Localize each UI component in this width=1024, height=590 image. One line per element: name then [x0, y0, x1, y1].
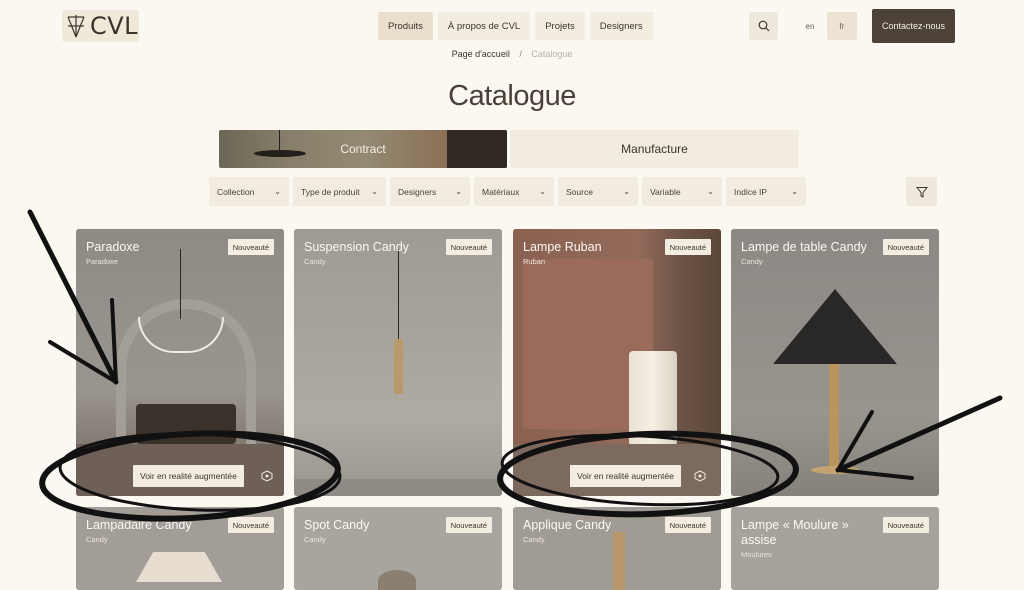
- product-card-lampadaire-candy[interactable]: Lampadaire Candy Candy Nouveauté: [76, 507, 284, 590]
- product-title: Lampe Ruban: [523, 240, 602, 254]
- chevron-down-icon: ⌄: [371, 187, 378, 196]
- pendant-cord: [398, 249, 399, 339]
- new-badge: Nouveauté: [227, 517, 274, 533]
- ar-view-button[interactable]: Voir en realité augmentée: [133, 465, 244, 487]
- product-title: Lampadaire Candy: [86, 518, 192, 532]
- product-title: Suspension Candy: [304, 240, 409, 254]
- nav-a-propos[interactable]: À propos de CVL: [437, 12, 531, 40]
- filter-label: Source: [566, 186, 593, 197]
- page-title: Catalogue: [448, 80, 576, 112]
- tab-manufacture-label: Manufacture: [621, 142, 688, 156]
- filter-type-produit[interactable]: Type de produit ⌄: [293, 177, 386, 206]
- lamp-base: [811, 466, 859, 474]
- filter-variable[interactable]: Variable ⌄: [642, 177, 722, 206]
- product-subtitle: Candy: [523, 535, 545, 544]
- chevron-down-icon: ⌄: [707, 187, 714, 196]
- search-icon: [758, 20, 769, 32]
- product-card-paradoxe[interactable]: Paradoxe Paradoxe Nouveauté Voir en real…: [76, 229, 284, 496]
- product-subtitle: Ruban: [523, 257, 546, 266]
- tab-contract-label: Contract: [340, 142, 386, 156]
- filter-label: Type de produit: [301, 186, 360, 197]
- new-badge: Nouveauté: [882, 239, 929, 255]
- product-card-spot-candy[interactable]: Spot Candy Candy Nouveauté: [294, 507, 502, 590]
- product-subtitle: Paradoxe: [86, 257, 119, 266]
- contact-button[interactable]: Contactez-nous: [872, 9, 955, 43]
- chandelier-cord: [180, 249, 181, 319]
- chevron-down-icon: ⌄: [623, 187, 630, 196]
- chevron-down-icon: ⌄: [791, 187, 798, 196]
- cvl-logo[interactable]: CVL: [62, 10, 139, 42]
- tab-image-cord: [279, 130, 280, 150]
- filter-indice-ip[interactable]: Indice IP ⌄: [726, 177, 806, 206]
- ruban-lamp: [629, 351, 677, 446]
- lang-en-button[interactable]: en: [795, 12, 825, 40]
- filter-label: Variable: [650, 186, 681, 197]
- ar-cube-icon[interactable]: [256, 465, 278, 487]
- product-title: Applique Candy: [523, 518, 612, 532]
- ar-cube-icon[interactable]: [689, 465, 711, 487]
- nav-designers[interactable]: Designers: [589, 12, 653, 40]
- product-title: Lampe de table Candy: [741, 240, 867, 254]
- filter-collection[interactable]: Collection ⌄: [209, 177, 289, 206]
- filter-label: Indice IP: [734, 186, 768, 197]
- filter-label: Matériaux: [482, 186, 520, 197]
- main-nav: Produits À propos de CVL Projets Designe…: [378, 12, 653, 40]
- dining-table: [136, 404, 236, 444]
- new-badge: Nouveauté: [227, 239, 274, 255]
- nav-produits[interactable]: Produits: [378, 12, 433, 40]
- logo-mark-icon: [67, 15, 85, 38]
- new-badge: Nouveauté: [664, 517, 711, 533]
- product-title: Spot Candy: [304, 518, 370, 532]
- filter-source[interactable]: Source ⌄: [558, 177, 638, 206]
- product-subtitle: Candy: [304, 257, 326, 266]
- table-edge: [294, 479, 502, 496]
- product-title: Paradoxe: [86, 240, 140, 254]
- breadcrumb-separator: /: [519, 49, 522, 59]
- breadcrumb-current: Catalogue: [531, 49, 573, 59]
- floor-lamp-shade: [136, 552, 222, 582]
- product-title: Lampe « Moulure » assise: [741, 518, 849, 547]
- logo-text: CVL: [90, 12, 139, 40]
- search-button[interactable]: [749, 12, 778, 40]
- new-badge: Nouveauté: [664, 239, 711, 255]
- nav-projets[interactable]: Projets: [535, 12, 585, 40]
- new-badge: Nouveauté: [445, 239, 492, 255]
- tab-contract[interactable]: Contract: [219, 130, 507, 168]
- product-subtitle: Candy: [741, 257, 763, 266]
- chevron-down-icon: ⌄: [274, 187, 281, 196]
- chevron-down-icon: ⌄: [539, 187, 546, 196]
- product-card-suspension-candy[interactable]: Suspension Candy Candy Nouveauté: [294, 229, 502, 496]
- product-subtitle: Candy: [304, 535, 326, 544]
- filter-designers[interactable]: Designers ⌄: [390, 177, 470, 206]
- product-card-lampe-moulure-assise[interactable]: Lampe « Moulure » assise Moulures Nouvea…: [731, 507, 939, 590]
- filter-label: Designers: [398, 186, 437, 197]
- lamp-stem: [829, 364, 839, 469]
- breadcrumb-home[interactable]: Page d'accueil: [452, 49, 510, 59]
- breadcrumb: Page d'accueil / Catalogue: [0, 49, 1024, 59]
- product-card-lampe-de-table-candy[interactable]: Lampe de table Candy Candy Nouveauté: [731, 229, 939, 496]
- product-card-applique-candy[interactable]: Applique Candy Candy Nouveauté: [513, 507, 721, 590]
- pendant-lamp: [394, 339, 403, 394]
- new-badge: Nouveauté: [445, 517, 492, 533]
- filter-button[interactable]: [906, 177, 937, 206]
- chevron-down-icon: ⌄: [455, 187, 462, 196]
- product-card-lampe-ruban[interactable]: Lampe Ruban Ruban Nouveauté Voir en real…: [513, 229, 721, 496]
- filter-label: Collection: [217, 186, 255, 197]
- filter-icon: [915, 186, 928, 198]
- tab-image-dark: [447, 130, 507, 168]
- filter-materiaux[interactable]: Matériaux ⌄: [474, 177, 554, 206]
- new-badge: Nouveauté: [882, 517, 929, 533]
- lang-fr-button[interactable]: fr: [827, 12, 857, 40]
- wall-lamp: [613, 532, 625, 590]
- lamp-shade: [773, 289, 897, 364]
- spot-lamp: [378, 570, 416, 590]
- tab-image-lamp: [254, 150, 306, 157]
- tab-manufacture[interactable]: Manufacture: [510, 130, 799, 168]
- ar-view-button[interactable]: Voir en realité augmentée: [570, 465, 681, 487]
- product-subtitle: Moulures: [741, 550, 772, 559]
- product-subtitle: Candy: [86, 535, 108, 544]
